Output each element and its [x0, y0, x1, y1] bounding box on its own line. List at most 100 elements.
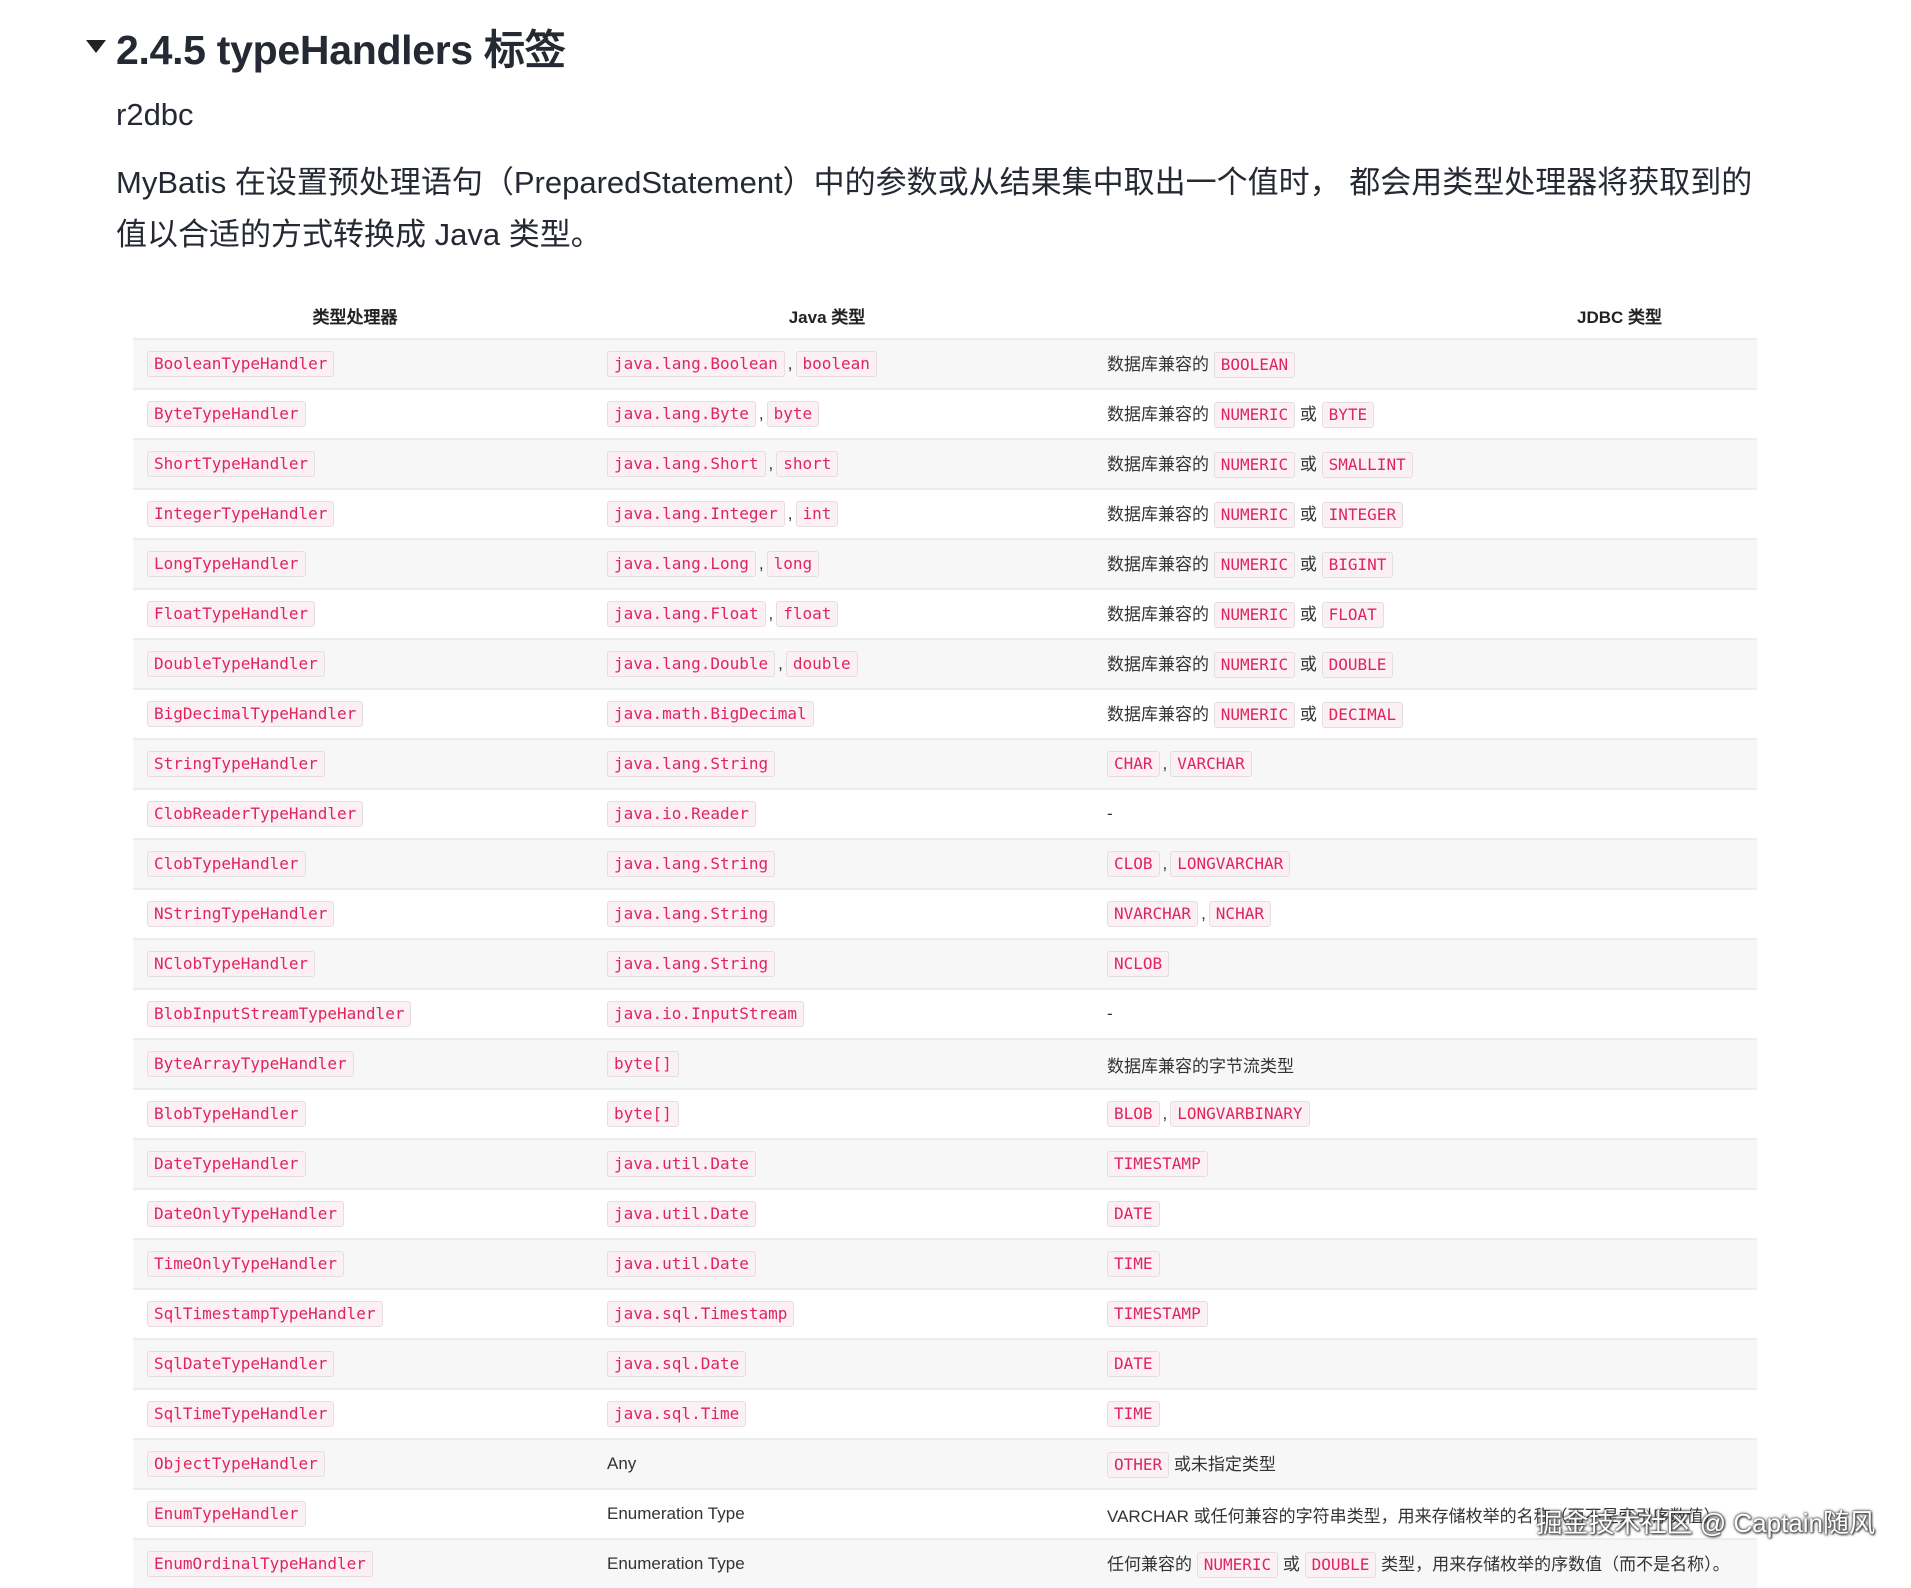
cell-text: 数据库兼容的: [1107, 655, 1209, 674]
cell-text: 数据库兼容的: [1107, 405, 1209, 424]
java-type-cell: java.sql.Date: [577, 1338, 1077, 1389]
cell-text: Any: [607, 1454, 637, 1473]
column-header-java-type: Java 类型: [788, 307, 866, 327]
code-token: BOOLEAN: [1213, 352, 1296, 378]
java-type-cell: java.util.Date: [577, 1138, 1077, 1189]
table-row: NStringTypeHandler java.lang.String NVARCH…: [133, 888, 1757, 939]
table-row: ShortTypeHandler java.lang.Short, short 数据库…: [133, 438, 1757, 489]
separator: ,: [758, 404, 764, 423]
handler-cell: SqlTimeTypeHandler: [133, 1388, 577, 1439]
cell-text: 或: [1299, 505, 1317, 524]
code-token: java.lang.Byte: [607, 401, 756, 427]
table-row: IntegerTypeHandler java.lang.Integer, int 数…: [133, 488, 1757, 539]
handler-name: ClobReaderTypeHandler: [147, 801, 364, 827]
java-type-cell: java.util.Date: [577, 1238, 1077, 1289]
jdbc-type-cell: NVARCHAR, NCHAR: [1077, 888, 1757, 939]
table-row: DateOnlyTypeHandler java.util.Date DATE: [133, 1188, 1757, 1239]
code-token: java.lang.String: [607, 751, 776, 777]
handler-cell: IntegerTypeHandler: [133, 488, 577, 539]
code-token: byte: [766, 401, 820, 427]
code-token: java.util.Date: [607, 1251, 756, 1277]
java-type-cell: java.lang.String: [577, 938, 1077, 989]
code-token: java.lang.Long: [607, 551, 756, 577]
code-token: NUMERIC: [1196, 1552, 1279, 1578]
handler-name: DateTypeHandler: [147, 1151, 306, 1177]
cell-text: 数据库兼容的: [1107, 355, 1209, 374]
java-type-cell: java.util.Date: [577, 1188, 1077, 1239]
cell-text: 或: [1299, 655, 1317, 674]
table-row: EnumTypeHandler Enumeration Type VARCHAR 或…: [133, 1488, 1757, 1539]
java-type-cell: Enumeration Type: [577, 1488, 1077, 1539]
jdbc-type-cell: 数据库兼容的 NUMERIC 或 FLOAT: [1077, 588, 1757, 639]
jdbc-type-cell: TIME: [1077, 1238, 1757, 1289]
code-token: java.lang.String: [607, 951, 776, 977]
jdbc-type-cell: NCLOB: [1077, 938, 1757, 989]
jdbc-type-cell: 数据库兼容的 NUMERIC 或 SMALLINT: [1077, 438, 1757, 489]
jdbc-type-cell: TIMESTAMP: [1077, 1138, 1757, 1189]
table-row: EnumOrdinalTypeHandler Enumeration Type 任何…: [133, 1538, 1757, 1588]
code-token: java.util.Date: [607, 1151, 756, 1177]
cell-text: 数据库兼容的: [1107, 555, 1209, 574]
handler-cell: TimeOnlyTypeHandler: [133, 1238, 577, 1289]
separator: ,: [1162, 754, 1168, 773]
handler-name: BlobInputStreamTypeHandler: [147, 1001, 412, 1027]
handler-name: ShortTypeHandler: [147, 451, 316, 477]
table-row: BigDecimalTypeHandler java.math.BigDecima…: [133, 688, 1757, 739]
cell-text: 数据库兼容的: [1107, 455, 1209, 474]
code-token: java.lang.String: [607, 851, 776, 877]
handler-cell: FloatTypeHandler: [133, 588, 577, 639]
code-token: java.sql.Time: [607, 1401, 747, 1427]
jdbc-type-cell: DATE: [1077, 1338, 1757, 1389]
code-token: BIGINT: [1321, 552, 1394, 578]
jdbc-type-cell: 任何兼容的 NUMERIC 或 DOUBLE 类型，用来存储枚举的序数值（而不是…: [1077, 1538, 1757, 1588]
table-row: NClobTypeHandler java.lang.String NCLOB: [133, 938, 1757, 989]
column-header-handler: 类型处理器: [312, 307, 398, 327]
handler-cell: EnumTypeHandler: [133, 1488, 577, 1539]
cell-text: -: [1107, 804, 1113, 823]
java-type-cell: java.lang.Boolean, boolean: [577, 338, 1077, 389]
table-row: DoubleTypeHandler java.lang.Double, double…: [133, 638, 1757, 689]
code-token: NUMERIC: [1213, 402, 1296, 428]
jdbc-type-cell: 数据库兼容的 NUMERIC 或 BYTE: [1077, 388, 1757, 439]
handler-cell: BlobInputStreamTypeHandler: [133, 988, 577, 1039]
cell-text: 或: [1299, 455, 1317, 474]
handler-name: IntegerTypeHandler: [147, 501, 335, 527]
cell-text: Enumeration Type: [607, 1504, 745, 1523]
java-type-cell: java.lang.Double, double: [577, 638, 1077, 689]
cell-text: 或: [1299, 605, 1317, 624]
code-token: java.math.BigDecimal: [607, 701, 814, 727]
separator: ,: [1201, 904, 1206, 923]
collapse-triangle-icon[interactable]: [86, 39, 106, 53]
code-token: byte[]: [607, 1101, 679, 1127]
cell-text: -: [1107, 1004, 1113, 1023]
jdbc-type-cell: -: [1077, 788, 1757, 839]
cell-text: Enumeration Type: [607, 1554, 745, 1573]
code-token: DATE: [1107, 1351, 1160, 1377]
handler-cell: ClobReaderTypeHandler: [133, 788, 577, 839]
code-token: CLOB: [1107, 851, 1160, 877]
cell-text: 或: [1282, 1555, 1300, 1574]
code-token: NUMERIC: [1213, 552, 1296, 578]
handler-name: EnumOrdinalTypeHandler: [147, 1551, 373, 1577]
code-token: java.io.InputStream: [607, 1001, 805, 1027]
cell-text: 或: [1299, 555, 1317, 574]
java-type-cell: java.lang.Integer, int: [577, 488, 1077, 539]
table-row: ByteArrayTypeHandler byte[] 数据库兼容的字节流类型: [133, 1038, 1757, 1089]
code-token: java.lang.Short: [607, 451, 766, 477]
code-token: DOUBLE: [1304, 1552, 1377, 1578]
code-token: byte[]: [607, 1051, 679, 1077]
watermark-credit: 掘金技术社区 @ Captain随风: [1536, 1508, 1875, 1538]
jdbc-type-cell: OTHER 或未指定类型: [1077, 1438, 1757, 1489]
handler-cell: LongTypeHandler: [133, 538, 577, 589]
handler-name: SqlTimestampTypeHandler: [147, 1301, 383, 1327]
code-token: TIMESTAMP: [1107, 1151, 1208, 1177]
java-type-cell: java.io.Reader: [577, 788, 1077, 839]
separator: ,: [787, 504, 793, 523]
jdbc-type-cell: 数据库兼容的 NUMERIC 或 BIGINT: [1077, 538, 1757, 589]
code-token: NVARCHAR: [1107, 901, 1199, 927]
code-token: BYTE: [1321, 402, 1375, 428]
code-token: TIME: [1107, 1401, 1160, 1427]
jdbc-type-cell: CLOB, LONGVARCHAR: [1077, 838, 1757, 889]
code-token: NUMERIC: [1213, 502, 1296, 528]
handler-cell: NClobTypeHandler: [133, 938, 577, 989]
